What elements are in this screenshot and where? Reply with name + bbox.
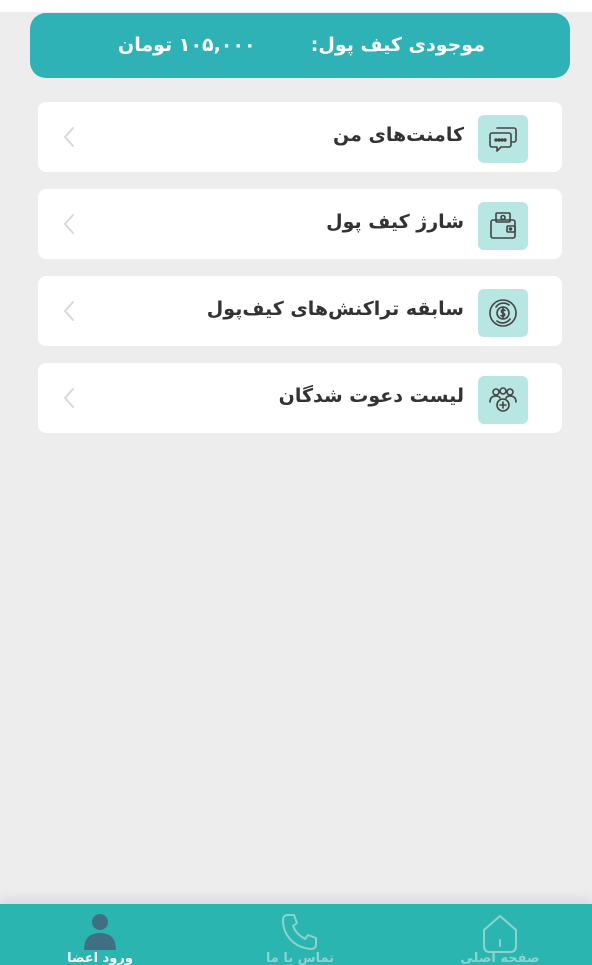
wallet-icon: [478, 202, 528, 250]
nav-home-label: صفحه اصلی: [460, 951, 540, 965]
nav-home[interactable]: صفحه اصلی: [400, 904, 592, 965]
comments-icon: [478, 115, 528, 163]
bottom-navigation: ورود اعضا تماس با ما صفحه اصلی: [0, 904, 592, 965]
top-strip: [0, 0, 592, 12]
nav-contact[interactable]: تماس با ما: [200, 904, 400, 965]
chevron-left-icon: [64, 214, 74, 234]
home-icon: [483, 915, 517, 953]
chevron-left-icon: [64, 388, 74, 408]
menu-item-label: شارژ کیف پول: [326, 211, 464, 233]
nav-login[interactable]: ورود اعضا: [0, 904, 200, 965]
menu-item-invited-list[interactable]: لیست دعوت شدگان: [38, 363, 562, 433]
menu-item-label: سابقه تراکنش‌های کیف‌پول: [206, 298, 464, 320]
wallet-balance-banner: موجودی کیف پول: ۱۰۵,۰۰۰ تومان: [30, 13, 570, 78]
menu-item-label: لیست دعوت شدگان: [278, 385, 464, 407]
group-icon: [478, 376, 528, 424]
menu-item-wallet-transactions[interactable]: سابقه تراکنش‌های کیف‌پول: [38, 276, 562, 346]
phone-icon: [282, 914, 317, 950]
menu-item-my-comments[interactable]: کامنت‌های من: [38, 102, 562, 172]
chevron-left-icon: [64, 301, 74, 321]
chevron-left-icon: [64, 127, 74, 147]
wallet-balance-label: موجودی کیف پول:: [310, 34, 485, 56]
nav-contact-label: تماس با ما: [265, 951, 335, 965]
user-icon: [84, 914, 116, 950]
nav-login-label: ورود اعضا: [67, 951, 133, 965]
transactions-icon: [478, 289, 528, 337]
menu-item-wallet-charge[interactable]: شارژ کیف پول: [38, 189, 562, 259]
menu-item-label: کامنت‌های من: [332, 124, 464, 146]
wallet-balance-value: ۱۰۵,۰۰۰ تومان: [118, 34, 256, 56]
